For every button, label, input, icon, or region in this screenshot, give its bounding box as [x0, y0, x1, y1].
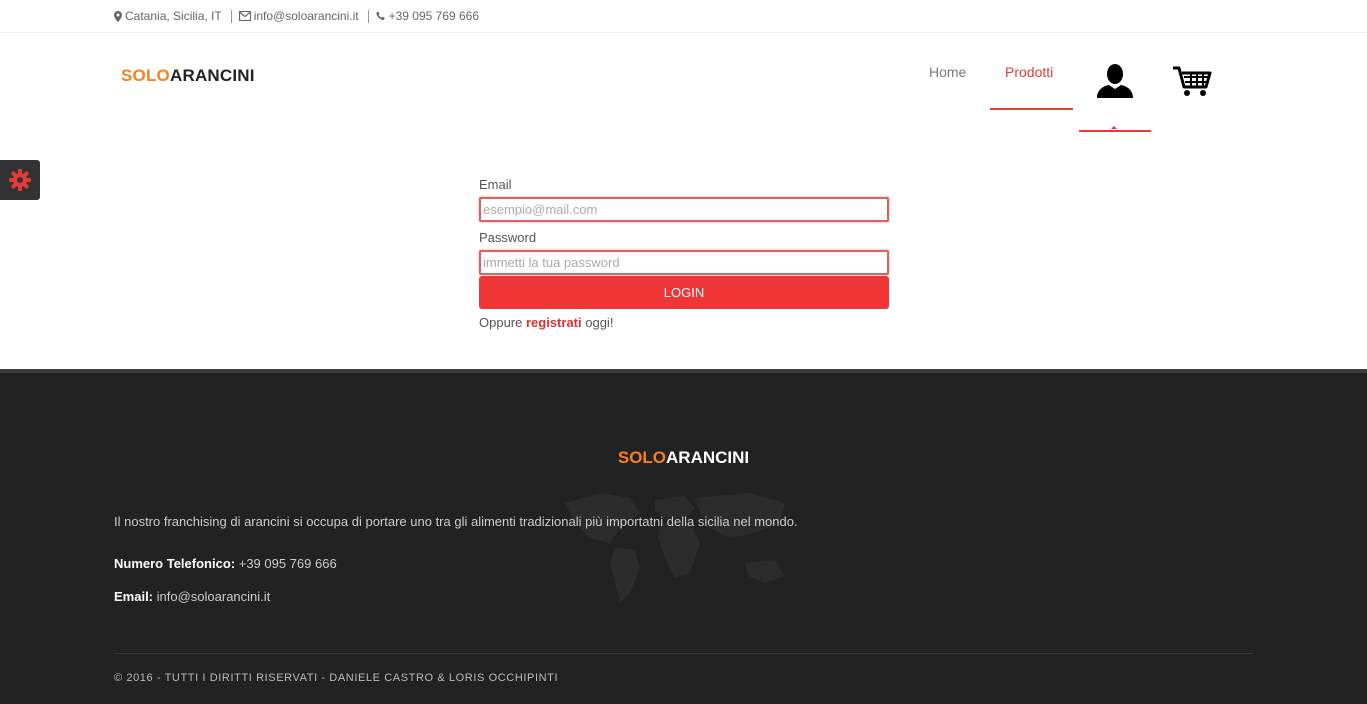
site-logo[interactable]: SOLOARANCINI	[121, 66, 255, 86]
phone-text: +39 095 769 666	[388, 9, 480, 23]
settings-side-tab[interactable]	[0, 160, 40, 200]
footer-phone-value: +39 095 769 666	[235, 556, 337, 571]
site-footer: SOLOARANCINI Il nostro franchising di ar…	[0, 369, 1367, 704]
envelope-icon	[238, 11, 251, 21]
password-label: Password	[479, 230, 537, 245]
footer-email-value[interactable]: info@soloarancini.it	[153, 589, 271, 604]
location-info: Catania, Sicilia, IT	[114, 9, 222, 23]
location-text: Catania, Sicilia, IT	[125, 9, 222, 23]
footer-divider	[114, 653, 1253, 654]
world-map-icon	[565, 493, 785, 603]
email-info[interactable]: info@soloarancini.it	[238, 9, 359, 23]
footer-description: Il nostro franchising di arancini si occ…	[114, 514, 798, 529]
user-menu-caret	[1111, 126, 1117, 129]
phone-info: +39 095 769 666	[375, 9, 480, 23]
divider	[367, 9, 369, 23]
footer-phone-label: Numero Telefonico:	[114, 556, 236, 571]
phone-icon	[375, 11, 385, 21]
logo-part-arancini: ARANCINI	[169, 66, 255, 85]
user-icon[interactable]	[1096, 63, 1134, 104]
logo-part-solo: SOLO	[121, 66, 170, 85]
nav-home[interactable]: Home	[929, 64, 966, 80]
nav-prodotti[interactable]: Prodotti	[1005, 64, 1053, 80]
divider	[230, 9, 232, 23]
password-input[interactable]	[479, 250, 889, 275]
site-header: SOLOARANCINI Home Prodotti	[0, 33, 1367, 133]
email-text[interactable]: info@soloarancini.it	[254, 9, 359, 23]
footer-email-label: Email:	[114, 589, 154, 604]
email-label: Email	[479, 177, 512, 192]
top-info-bar: Catania, Sicilia, IT info@soloarancini.i…	[0, 0, 1367, 33]
footer-logo-arancini: ARANCINI	[666, 448, 750, 467]
user-menu-underline	[1079, 130, 1151, 132]
nav-prodotti-underline	[990, 108, 1073, 110]
footer-email: Email: info@soloarancini.it	[114, 589, 270, 604]
register-link[interactable]: registrati	[526, 315, 582, 330]
register-prompt: Oppure registrati oggi!	[479, 315, 889, 330]
footer-phone: Numero Telefonico: +39 095 769 666	[114, 556, 337, 571]
top-info-items: Catania, Sicilia, IT info@soloarancini.i…	[114, 9, 479, 23]
gear-icon	[9, 169, 31, 191]
login-form: Email Password LOGIN Oppure registrati o…	[479, 176, 889, 330]
register-prefix: Oppure	[479, 315, 526, 330]
footer-copyright: © 2016 - TUTTI I DIRITTI RISERVATI - DAN…	[114, 672, 559, 684]
footer-logo-solo: SOLO	[617, 448, 667, 467]
footer-logo: SOLOARANCINI	[0, 448, 1367, 468]
register-suffix: oggi!	[581, 315, 614, 330]
map-marker-icon	[114, 10, 122, 22]
login-button[interactable]: LOGIN	[479, 276, 889, 309]
cart-icon[interactable]	[1172, 65, 1212, 102]
email-input[interactable]	[479, 197, 889, 222]
